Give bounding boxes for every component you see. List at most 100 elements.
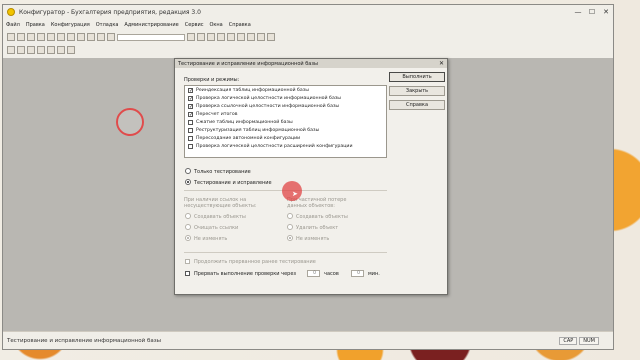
menu-service[interactable]: Сервис xyxy=(182,22,207,28)
check-item[interactable]: Реструктуризация таблиц информационной б… xyxy=(188,127,319,134)
refs-clear-label: Очищать ссылки xyxy=(194,225,239,231)
menu-help[interactable]: Справка xyxy=(226,22,254,28)
help-button[interactable]: Справка xyxy=(389,100,445,110)
1c-logo-icon xyxy=(7,8,15,16)
replace-icon[interactable] xyxy=(217,33,225,41)
find-icon[interactable] xyxy=(97,33,105,41)
bookmark-icon[interactable] xyxy=(207,33,215,41)
refs-create-label: Создавать объекты xyxy=(194,214,246,220)
syntax-check-icon[interactable] xyxy=(227,33,235,41)
settings-icon[interactable] xyxy=(247,33,255,41)
radio-test-only[interactable] xyxy=(185,168,191,174)
radio-test-and-fix[interactable] xyxy=(185,179,191,185)
loss-keep-label: Не изменять xyxy=(296,236,330,242)
config-tree-icon[interactable] xyxy=(7,46,15,54)
find-prev-icon[interactable] xyxy=(197,33,205,41)
test-only-label: Только тестирование xyxy=(194,169,251,175)
close-window-button[interactable]: ✕ xyxy=(599,8,613,16)
search-input[interactable] xyxy=(117,33,185,41)
menu-configuration[interactable]: Конфигурация xyxy=(48,22,93,28)
checkbox-unchecked[interactable] xyxy=(188,120,193,125)
divider xyxy=(184,252,387,253)
refs-keep-label: Не изменять xyxy=(194,236,228,242)
checks-label: Проверки и режимы: xyxy=(184,77,240,83)
check-item[interactable]: ✓ Проверка ссылочной целостности информа… xyxy=(188,103,339,110)
mouse-pointer-icon: ➤ xyxy=(292,190,298,198)
new-document-icon[interactable] xyxy=(7,33,15,41)
maximize-button[interactable]: ☐ xyxy=(585,8,599,16)
check-item[interactable]: ✓ Пересчет итогов xyxy=(188,111,237,118)
window-titlebar: Конфигуратор - Бухгалтерия предприятия, … xyxy=(3,5,613,19)
num-indicator: NUM xyxy=(579,336,599,345)
continue-label: Продолжить прерванное ранее тестирование xyxy=(194,259,316,265)
table-icon[interactable] xyxy=(47,46,55,54)
radio-loss-create[interactable] xyxy=(287,213,293,219)
interrupt-label: Прервать выполнение проверки через xyxy=(194,271,297,277)
debug-start-icon[interactable] xyxy=(57,46,65,54)
check-item[interactable]: Пересоздание автономной конфигурации xyxy=(188,135,300,142)
checkbox-unchecked[interactable] xyxy=(188,144,193,149)
copy-icon[interactable] xyxy=(47,33,55,41)
open-folder-icon[interactable] xyxy=(17,33,25,41)
check-item[interactable]: Проверка логической целостности расширен… xyxy=(188,143,353,150)
checks-list: ✓ Реиндексация таблиц информационной баз… xyxy=(184,85,387,158)
update-config-icon[interactable] xyxy=(27,46,35,54)
radio-loss-keep[interactable] xyxy=(287,235,293,241)
minutes-unit-label: мин. xyxy=(368,271,380,277)
window-title: Конфигуратор - Бухгалтерия предприятия, … xyxy=(19,8,201,16)
debug-dropdown-icon[interactable] xyxy=(67,46,75,54)
refs-label-line2: несуществующие объекты: xyxy=(184,203,257,209)
menu-file[interactable]: Файл xyxy=(3,22,23,28)
menu-edit[interactable]: Правка xyxy=(23,22,48,28)
continue-checkbox[interactable] xyxy=(185,259,190,264)
loss-create-label: Создавать объекты xyxy=(296,214,348,220)
dialog-close-icon[interactable]: ✕ xyxy=(439,60,444,67)
radio-refs-create[interactable] xyxy=(185,213,191,219)
loss-label-line2: данных объектов: xyxy=(287,203,335,209)
paste-icon[interactable] xyxy=(57,33,65,41)
delete-icon[interactable] xyxy=(67,33,75,41)
check-item[interactable]: Сжатие таблиц информационной базы xyxy=(188,119,293,126)
radio-loss-delete[interactable] xyxy=(287,224,293,230)
dialog-header: Тестирование и исправление информационно… xyxy=(175,59,447,68)
test-repair-dialog: Тестирование и исправление информационно… xyxy=(174,58,448,295)
check-item[interactable]: ✓ Проверка логической целостности информ… xyxy=(188,95,341,102)
menu-debug[interactable]: Отладка xyxy=(93,22,122,28)
checkbox-checked[interactable]: ✓ xyxy=(188,88,193,94)
zoom-icon[interactable] xyxy=(107,33,115,41)
dropdown-icon[interactable] xyxy=(267,33,275,41)
check-item[interactable]: ✓ Реиндексация таблиц информационной баз… xyxy=(188,87,309,94)
status-bar: Тестирование и исправление информационно… xyxy=(3,331,613,349)
checkbox-unchecked[interactable] xyxy=(188,128,193,133)
checkbox-checked[interactable]: ✓ xyxy=(188,104,193,110)
checkbox-checked[interactable]: ✓ xyxy=(188,96,193,102)
minutes-spinner[interactable]: 0 xyxy=(351,270,364,277)
menu-administration[interactable]: Администрирование xyxy=(121,22,181,28)
caps-indicator: CAP xyxy=(559,336,578,345)
status-text: Тестирование и исправление информационно… xyxy=(7,337,161,344)
checkbox-checked[interactable]: ✓ xyxy=(188,112,193,118)
run-button[interactable]: Выполнить xyxy=(389,72,445,82)
find-next-icon[interactable] xyxy=(187,33,195,41)
cut-icon[interactable] xyxy=(37,33,45,41)
dialog-title: Тестирование и исправление информационно… xyxy=(178,60,318,67)
help-icon[interactable] xyxy=(257,33,265,41)
checkbox-unchecked[interactable] xyxy=(188,136,193,141)
radio-refs-keep[interactable] xyxy=(185,235,191,241)
minimize-button[interactable]: — xyxy=(571,8,585,16)
test-fix-label: Тестирование и исправление xyxy=(194,180,272,186)
compare-icon[interactable] xyxy=(37,46,45,54)
interrupt-checkbox[interactable] xyxy=(185,271,190,276)
close-button[interactable]: Закрыть xyxy=(389,86,445,96)
database-icon[interactable] xyxy=(17,46,25,54)
redo-icon[interactable] xyxy=(87,33,95,41)
toolbar xyxy=(3,30,613,58)
save-icon[interactable] xyxy=(27,33,35,41)
loss-delete-label: Удалить объект xyxy=(296,225,339,231)
hours-unit-label: часов xyxy=(324,271,339,277)
undo-icon[interactable] xyxy=(77,33,85,41)
radio-refs-clear[interactable] xyxy=(185,224,191,230)
menu-windows[interactable]: Окна xyxy=(206,22,225,28)
tree-icon[interactable] xyxy=(237,33,245,41)
hours-spinner[interactable]: 0 xyxy=(307,270,320,277)
